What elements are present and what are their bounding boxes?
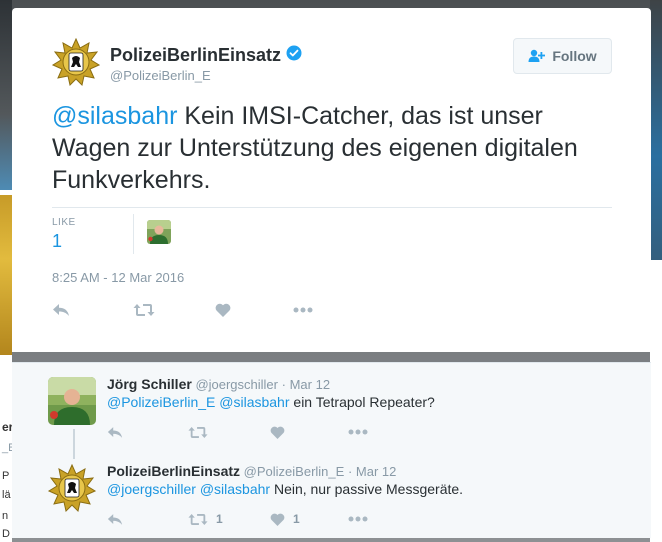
background-text-fragment: lä [2,489,11,501]
reply-icon[interactable] [107,510,123,528]
background-photo-strip [650,0,662,260]
reply-date[interactable]: Mar 12 [290,377,330,392]
author-avatar[interactable] [51,37,101,86]
like-stat-label: LIKE [52,217,76,228]
background-badge-strip [0,195,12,355]
police-star-logo [51,37,101,86]
reply-mention-link[interactable]: @silasbahr [219,394,289,410]
thread-connector [73,429,75,459]
reply-body-text: ein Tetrapol Repeater? [289,394,435,410]
author-handle[interactable]: @PolizeiBerlin_E [110,68,211,83]
tweet-timestamp[interactable]: 8:25 AM - 12 Mar 2016 [52,270,184,285]
like-stat-count: 1 [52,231,63,251]
heart-icon[interactable] [270,423,293,441]
reply-header: PolizeiBerlinEinsatz @PolizeiBerlin_E · … [107,463,396,479]
background-right-panel [650,0,662,542]
reply-author-handle[interactable]: @PolizeiBerlin_E [244,464,345,479]
replies-section: Jörg Schiller @joergschiller · Mar 12 @P… [12,362,651,538]
verified-icon [286,45,302,61]
retweet-icon[interactable]: 1 [188,510,223,528]
heart-icon[interactable] [215,300,237,320]
more-icon[interactable] [348,423,368,441]
like-stat[interactable]: LIKE 1 [52,214,134,254]
reply-body-text: Nein, nur passive Messgeräte. [270,481,464,497]
follow-button[interactable]: Follow [513,38,612,74]
background-text-fragment: P [2,470,10,482]
reply-mention-link[interactable]: @silasbahr [200,481,270,497]
separator-dot: · [281,377,286,392]
reply-mention-link[interactable]: @PolizeiBerlin_E [107,394,215,410]
follow-person-icon [528,49,546,63]
reply-mention-link[interactable]: @joergschiller [107,481,196,497]
background-text-fragment: D [2,528,10,540]
reply-avatar[interactable] [48,377,96,425]
reply-text: @joergschiller @silasbahr Nein, nur pass… [107,481,463,497]
reply-author-handle[interactable]: @joergschiller [195,377,278,392]
reply-header: Jörg Schiller @joergschiller · Mar 12 [107,376,330,392]
heart-icon[interactable]: 1 [270,510,300,528]
tweet-stats: LIKE 1 [52,207,612,255]
retweet-icon[interactable] [188,423,216,441]
background-left-panel: er _E P lä n D [0,0,15,542]
tweet-detail-card: PolizeiBerlinEinsatz @PolizeiBerlin_E Fo… [12,8,651,352]
like-count: 1 [293,512,300,526]
author-name[interactable]: PolizeiBerlinEinsatz [110,45,281,66]
retweet-count: 1 [216,512,223,526]
reply-text: @PolizeiBerlin_E @silasbahr ein Tetrapol… [107,394,435,410]
reply-author-name[interactable]: Jörg Schiller [107,376,192,392]
tweet-mention-link[interactable]: @silasbahr [52,102,177,130]
reply-date[interactable]: Mar 12 [356,464,396,479]
police-star-logo [48,464,96,512]
liker-avatar[interactable] [147,220,171,244]
tweet-text: @silasbahr Kein IMSI-Catcher, das ist un… [52,100,612,196]
reply-author-name[interactable]: PolizeiBerlinEinsatz [107,463,240,479]
reply-avatar[interactable] [48,464,96,512]
separator-dot: · [347,464,353,479]
reply-icon[interactable] [107,423,123,441]
background-photo-strip [0,0,12,190]
more-icon[interactable] [293,300,315,320]
background-text-fragment: n [2,510,9,522]
retweet-icon[interactable] [133,300,155,320]
follow-button-label: Follow [552,48,597,64]
more-icon[interactable] [348,510,368,528]
reply-icon[interactable] [52,300,74,320]
